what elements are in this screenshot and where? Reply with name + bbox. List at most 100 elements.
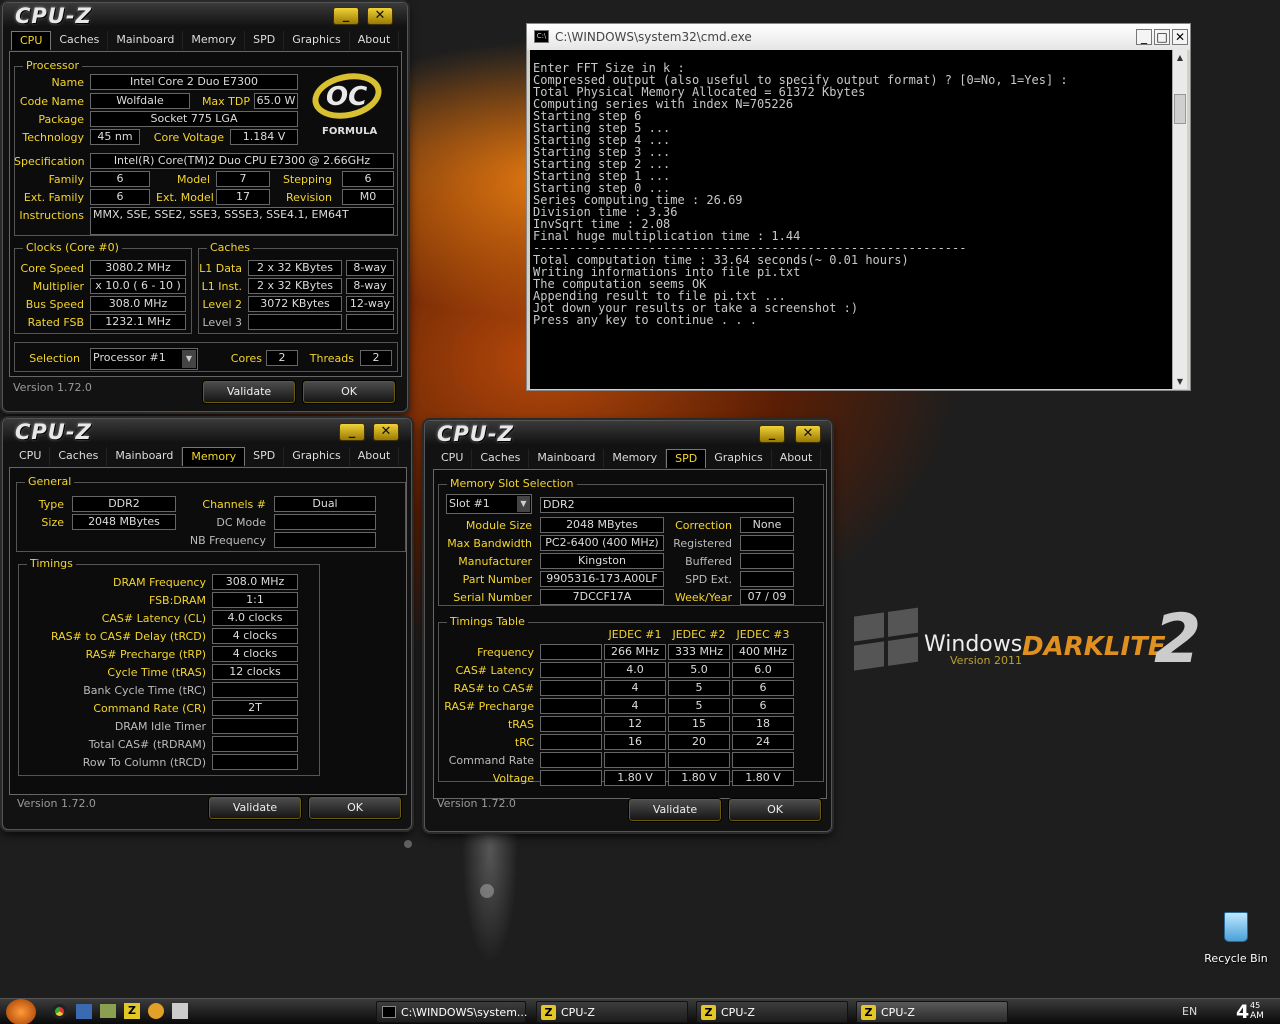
- formula-logo: OC FORMULA: [304, 67, 392, 140]
- tab-memory[interactable]: Memory: [604, 449, 667, 468]
- chrome-icon[interactable]: [52, 1004, 67, 1019]
- taskbar-item-label: CPU-Z: [721, 1006, 755, 1019]
- close-button[interactable]: ✕: [795, 425, 821, 443]
- extfamily-label: Ext. Family: [23, 191, 84, 204]
- modulesize-label: Module Size: [465, 519, 532, 532]
- minimize-button[interactable]: _: [333, 7, 359, 25]
- validate-button[interactable]: Validate: [629, 799, 721, 821]
- media-icon[interactable]: [148, 1003, 164, 1019]
- technology-value: 45 nm: [90, 129, 140, 145]
- close-button[interactable]: ✕: [373, 423, 399, 441]
- tab-mainboard[interactable]: Mainboard: [108, 31, 184, 50]
- taskbar-item-cmd[interactable]: C:\WINDOWS\system...: [376, 1001, 527, 1023]
- minimize-button[interactable]: _: [759, 425, 785, 443]
- correction-value: None: [740, 517, 794, 533]
- cmd-output[interactable]: Enter FFT Size in k : Compressed output (…: [530, 50, 1173, 389]
- ok-button[interactable]: OK: [309, 797, 401, 819]
- explorer-icon[interactable]: [76, 1004, 92, 1019]
- tab-graphics[interactable]: Graphics: [284, 447, 350, 466]
- tab-mainboard[interactable]: Mainboard: [107, 447, 183, 466]
- tab-cpu[interactable]: CPU: [433, 449, 473, 468]
- tool-icon[interactable]: [172, 1003, 188, 1019]
- bokeh-dot: [480, 884, 494, 898]
- cpuz-icon: Z: [541, 1005, 556, 1020]
- scroll-down-arrow[interactable]: ▼: [1173, 374, 1187, 389]
- corevoltage-value: 1.184 V: [230, 129, 298, 145]
- minimize-button[interactable]: _: [1136, 29, 1152, 45]
- scrollbar[interactable]: ▲ ▼: [1172, 50, 1187, 389]
- tab-memory[interactable]: Memory: [182, 447, 246, 466]
- partnumber-value: 9905316-173.A00LF: [540, 571, 664, 587]
- taskbar-item-cpuz[interactable]: Z CPU-Z: [536, 1001, 688, 1023]
- buffered-value: [740, 553, 794, 569]
- bokeh-dot: [404, 840, 412, 848]
- l1inst-way: 8-way: [346, 278, 394, 294]
- ok-button[interactable]: OK: [729, 799, 821, 821]
- tab-cpu[interactable]: CPU: [11, 447, 51, 466]
- timing-label: RAS# Precharge (tRP): [85, 648, 206, 661]
- language-indicator[interactable]: EN: [1182, 1005, 1197, 1018]
- taskbar-item-cpuz[interactable]: Z CPU-Z: [856, 1001, 1008, 1023]
- processor-select[interactable]: Processor #1 ▼: [90, 348, 198, 370]
- l1data-label: L1 Data: [199, 262, 242, 275]
- level2-way: 12-way: [346, 296, 394, 312]
- group-title: General: [25, 475, 75, 488]
- scroll-up-arrow[interactable]: ▲: [1173, 50, 1187, 65]
- tab-caches[interactable]: Caches: [472, 449, 530, 468]
- tab-mainboard[interactable]: Mainboard: [529, 449, 605, 468]
- timing-label: DRAM Idle Timer: [114, 720, 206, 733]
- l1inst-label: L1 Inst.: [201, 280, 242, 293]
- group-title: Caches: [207, 241, 253, 254]
- scroll-thumb[interactable]: [1174, 94, 1186, 124]
- nbfreq-label: NB Frequency: [189, 534, 266, 547]
- tab-about[interactable]: About: [350, 31, 400, 50]
- tab-spd[interactable]: SPD: [666, 449, 707, 468]
- slot-select[interactable]: Slot #1 ▼: [446, 494, 532, 514]
- family-label: Family: [48, 173, 84, 186]
- minimize-button[interactable]: _: [339, 423, 365, 441]
- tab-graphics[interactable]: Graphics: [706, 449, 772, 468]
- maxtdp-value: 65.0 W: [254, 93, 298, 109]
- ok-button[interactable]: OK: [303, 381, 395, 403]
- nbfreq-value: [274, 532, 376, 548]
- timing-value: 4.0 clocks: [212, 610, 298, 626]
- chevron-down-icon: ▼: [182, 350, 196, 368]
- tab-spd[interactable]: SPD: [245, 447, 285, 466]
- close-button[interactable]: ✕: [1172, 29, 1188, 45]
- brand-version: Version 2011: [950, 654, 1022, 667]
- recycle-bin-label: Recycle Bin: [1204, 952, 1268, 965]
- model-label: Model: [176, 173, 210, 186]
- taskbar-item-cpuz[interactable]: Z CPU-Z: [696, 1001, 848, 1023]
- validate-button[interactable]: Validate: [203, 381, 295, 403]
- tab-spd[interactable]: SPD: [245, 31, 285, 50]
- tab-about[interactable]: About: [350, 447, 400, 466]
- tab-memory[interactable]: Memory: [183, 31, 246, 50]
- timing-value: [212, 718, 298, 734]
- tab-caches[interactable]: Caches: [51, 31, 109, 50]
- validate-button[interactable]: Validate: [209, 797, 301, 819]
- tab-bar: CPU Caches Mainboard Memory SPD Graphics About: [433, 449, 822, 468]
- cpuz-quicklaunch-icon[interactable]: Z: [124, 1003, 140, 1019]
- clock[interactable]: 4 45 AM: [1234, 1001, 1274, 1023]
- dcmode-value: [274, 514, 376, 530]
- spd-panel: Memory Slot Selection Slot #1 ▼ DDR2 Mod…: [433, 469, 827, 799]
- group-title: Clocks (Core #0): [23, 241, 122, 254]
- timing-label: FSB:DRAM: [148, 594, 206, 607]
- timing-value: 6: [732, 698, 794, 714]
- threads-label: Threads: [309, 352, 354, 365]
- size-value: 2048 MBytes: [72, 514, 176, 530]
- folder-icon[interactable]: [100, 1004, 116, 1018]
- tab-cpu[interactable]: CPU: [11, 31, 52, 50]
- cpuz-logo: CPU-Z: [15, 4, 92, 28]
- tab-graphics[interactable]: Graphics: [284, 31, 350, 50]
- channels-label: Channels #: [202, 498, 266, 511]
- specification-label: Specification: [14, 155, 85, 168]
- close-button[interactable]: ✕: [367, 7, 393, 25]
- start-button[interactable]: [6, 999, 36, 1024]
- recycle-bin[interactable]: Recycle Bin: [1200, 910, 1272, 966]
- stepping-label: Stepping: [282, 173, 332, 186]
- tab-caches[interactable]: Caches: [50, 447, 108, 466]
- maximize-button[interactable]: □: [1154, 29, 1170, 45]
- cmd-titlebar[interactable]: C:\ C:\WINDOWS\system32\cmd.exe _ □ ✕: [527, 24, 1190, 50]
- tab-about[interactable]: About: [772, 449, 822, 468]
